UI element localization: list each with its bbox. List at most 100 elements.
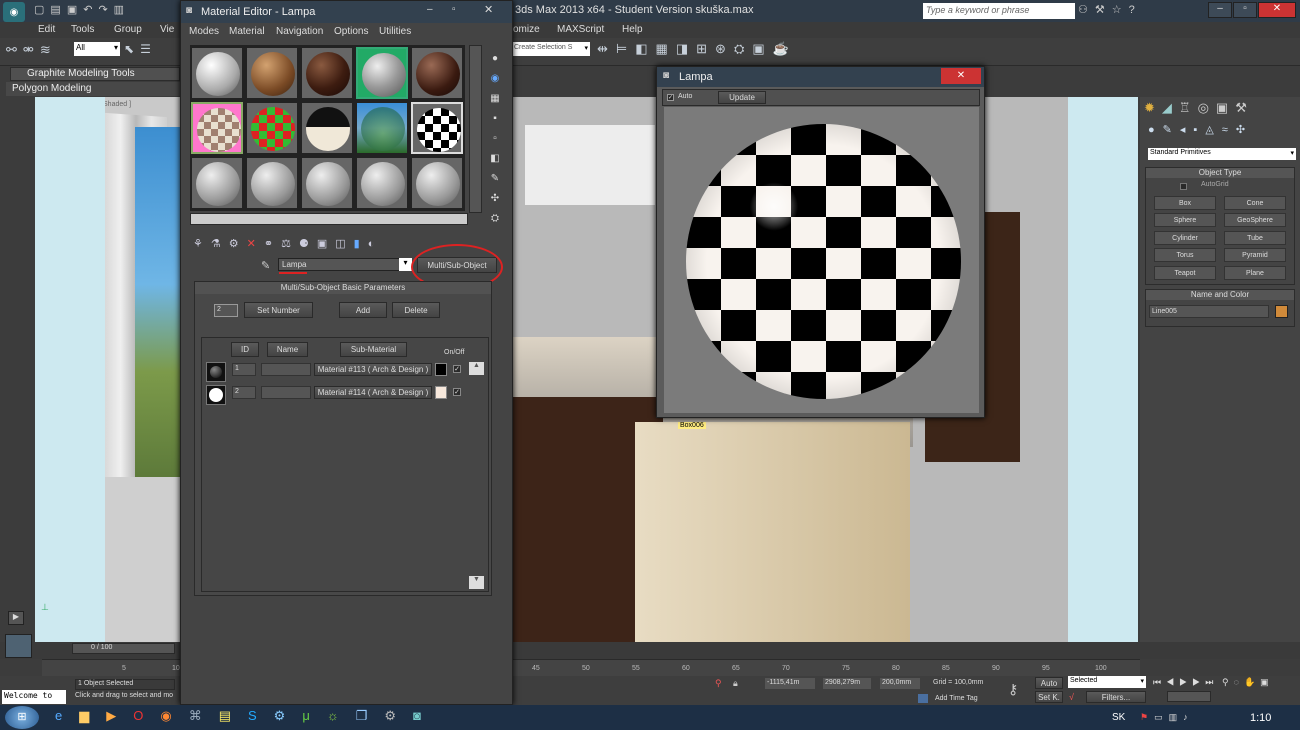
material-name-dropdown-arrow[interactable]: ▾ [399,258,412,271]
cone-button[interactable]: Cone [1224,196,1286,210]
sample-slot[interactable] [246,102,298,154]
name-color-title[interactable]: Name and Color [1146,290,1294,300]
lights-icon[interactable]: ◂ [1180,124,1194,136]
named-selection-dropdown[interactable]: Create Selection S ▾ [512,42,590,56]
sample-slot[interactable] [301,47,353,99]
torus-button[interactable]: Torus [1154,248,1216,262]
me-menu-utilities[interactable]: Utilities [379,26,411,37]
graphite-toggle-icon[interactable]: ▦ [656,41,676,56]
key-icon[interactable]: ⚷ [1008,681,1018,698]
z-coord-field[interactable]: 200,0mm [880,678,920,689]
next-frame-icon[interactable]: ▶ [1192,677,1205,687]
reset-map-icon[interactable]: ✕ [247,238,264,250]
link-icon[interactable]: ⚯ [6,42,23,57]
maximize-button[interactable]: ▫ [1233,2,1257,18]
object-tag[interactable]: Box006 [678,422,706,429]
tools-icon[interactable]: ⚒ [1095,4,1112,16]
sample-type-icon[interactable]: ● [488,49,502,69]
render-setup-icon[interactable]: ⛭ [734,41,752,56]
put-to-library-icon[interactable]: ⚖ [281,238,299,250]
help-icon[interactable]: ? [1129,4,1142,16]
go-parent-icon[interactable]: ▮ [354,238,368,250]
material-editor-icon[interactable]: ⊛ [715,41,734,56]
save-icon[interactable]: ▣ [67,4,83,16]
ribbon-panel[interactable]: Polygon Modeling [6,82,180,96]
tool-icon[interactable]: ⚙ [384,708,413,723]
mini-curve-icon[interactable] [5,634,32,658]
go-start-icon[interactable]: ⏮ [1153,677,1166,687]
primitives-dropdown[interactable]: Standard Primitives ▾ [1148,148,1296,160]
start-button-icon[interactable]: ⊞ [5,706,39,729]
new-file-icon[interactable]: ▢ [34,4,50,16]
material-editor-titlebar[interactable]: ◙ Material Editor - Lampa – ▫ ✕ [181,1,512,23]
list-scroll-down[interactable]: ▼ [469,576,484,589]
3dsmax-taskbar-icon[interactable]: ◙ [413,708,438,723]
make-preview-icon[interactable]: ◧ [488,149,502,169]
select-by-name-icon[interactable]: ☰ [140,42,157,56]
material-name-field[interactable]: Lampa [278,258,412,271]
helpers-icon[interactable]: ◬ [1205,124,1221,136]
network-tray-icon[interactable]: ▥ [1169,712,1184,722]
submaterial-button[interactable]: Material #114 ( Arch & Design ) [314,386,432,399]
submaterial-preview[interactable] [206,362,226,382]
add-time-tag-icon[interactable] [918,694,928,703]
plane-button[interactable]: Plane [1224,266,1286,280]
media-player-icon[interactable]: ▶ [106,708,133,723]
app-icon[interactable]: ☼ [327,708,356,723]
id-sort-button[interactable]: ID [231,342,259,357]
modify-tab-icon[interactable]: ◢ [1162,100,1179,115]
list-scroll-up[interactable]: ▲ [469,362,484,375]
submaterial-preview[interactable] [206,385,226,405]
filters-button[interactable]: Filters... [1086,691,1146,703]
curve-editor-icon[interactable]: ◨ [676,41,696,56]
pan-icon[interactable]: ✋ [1244,677,1260,687]
me-menu-options[interactable]: Options [334,26,368,37]
pick-material-icon[interactable]: ✎ [261,259,270,272]
x-coord-field[interactable]: -1115,41m [765,678,815,689]
sample-slot[interactable] [356,157,408,209]
submaterial-id-field[interactable]: 2 [232,386,256,399]
motion-tab-icon[interactable]: ◎ [1198,100,1216,115]
geometry-icon[interactable]: ● [1148,124,1163,136]
set-key-button[interactable]: Set K. [1035,691,1063,703]
auto-key-button[interactable]: Auto [1035,677,1063,689]
sample-slot[interactable] [411,157,463,209]
mirror-icon[interactable]: ⇹ [597,41,616,56]
sample-slot[interactable] [301,157,353,209]
rendered-frame-icon[interactable]: ▣ [752,41,772,56]
delete-button[interactable]: Delete [392,302,440,318]
utorrent-icon[interactable]: μ [302,708,327,723]
selection-lock-icon[interactable]: 🔒︎ [733,678,738,689]
submaterial-sort-button[interactable]: Sub-Material [340,342,407,357]
menu-help[interactable]: Help [622,24,643,35]
explorer-icon[interactable]: ▆ [79,708,106,723]
submaterial-onoff-checkbox[interactable]: ✓ [453,388,461,396]
add-button[interactable]: Add [339,302,387,318]
create-tab-icon[interactable]: ✹ [1144,100,1162,115]
object-type-title[interactable]: Object Type [1146,168,1294,178]
maximize-viewport-icon[interactable]: ▣ [1260,677,1274,687]
sample-slot[interactable] [356,102,408,154]
menu-tools[interactable]: Tools [71,24,94,35]
shapes-icon[interactable]: ✎ [1163,124,1180,136]
uv-tiling-icon[interactable]: ▪ [488,109,502,129]
menu-maxscript[interactable]: MAXScript [557,24,604,35]
submaterial-button[interactable]: Material #113 ( Arch & Design ) [314,363,432,376]
prev-frame-icon[interactable]: ◀ [1166,677,1179,687]
cylinder-button[interactable]: Cylinder [1154,231,1216,245]
menu-customize[interactable]: omize [513,24,540,35]
utilities-tab-icon[interactable]: ⚒ [1235,100,1254,115]
name-sort-button[interactable]: Name [267,342,308,357]
material-id-icon[interactable]: ⚈ [299,238,317,250]
minimize-button[interactable]: – [1208,2,1232,18]
options-icon[interactable]: ✎ [488,169,502,189]
layer-icon[interactable]: ◧ [635,41,655,56]
redo-icon[interactable]: ↷ [98,4,113,16]
material-editor-close[interactable]: ✕ [484,3,493,16]
object-color-swatch[interactable] [1275,305,1288,318]
submaterial-color[interactable] [435,386,447,399]
count-field[interactable]: 2 [214,304,238,317]
display-icon[interactable]: ▭ [1154,712,1169,722]
opera-icon[interactable]: O [133,708,160,723]
sample-slot[interactable] [191,102,243,154]
